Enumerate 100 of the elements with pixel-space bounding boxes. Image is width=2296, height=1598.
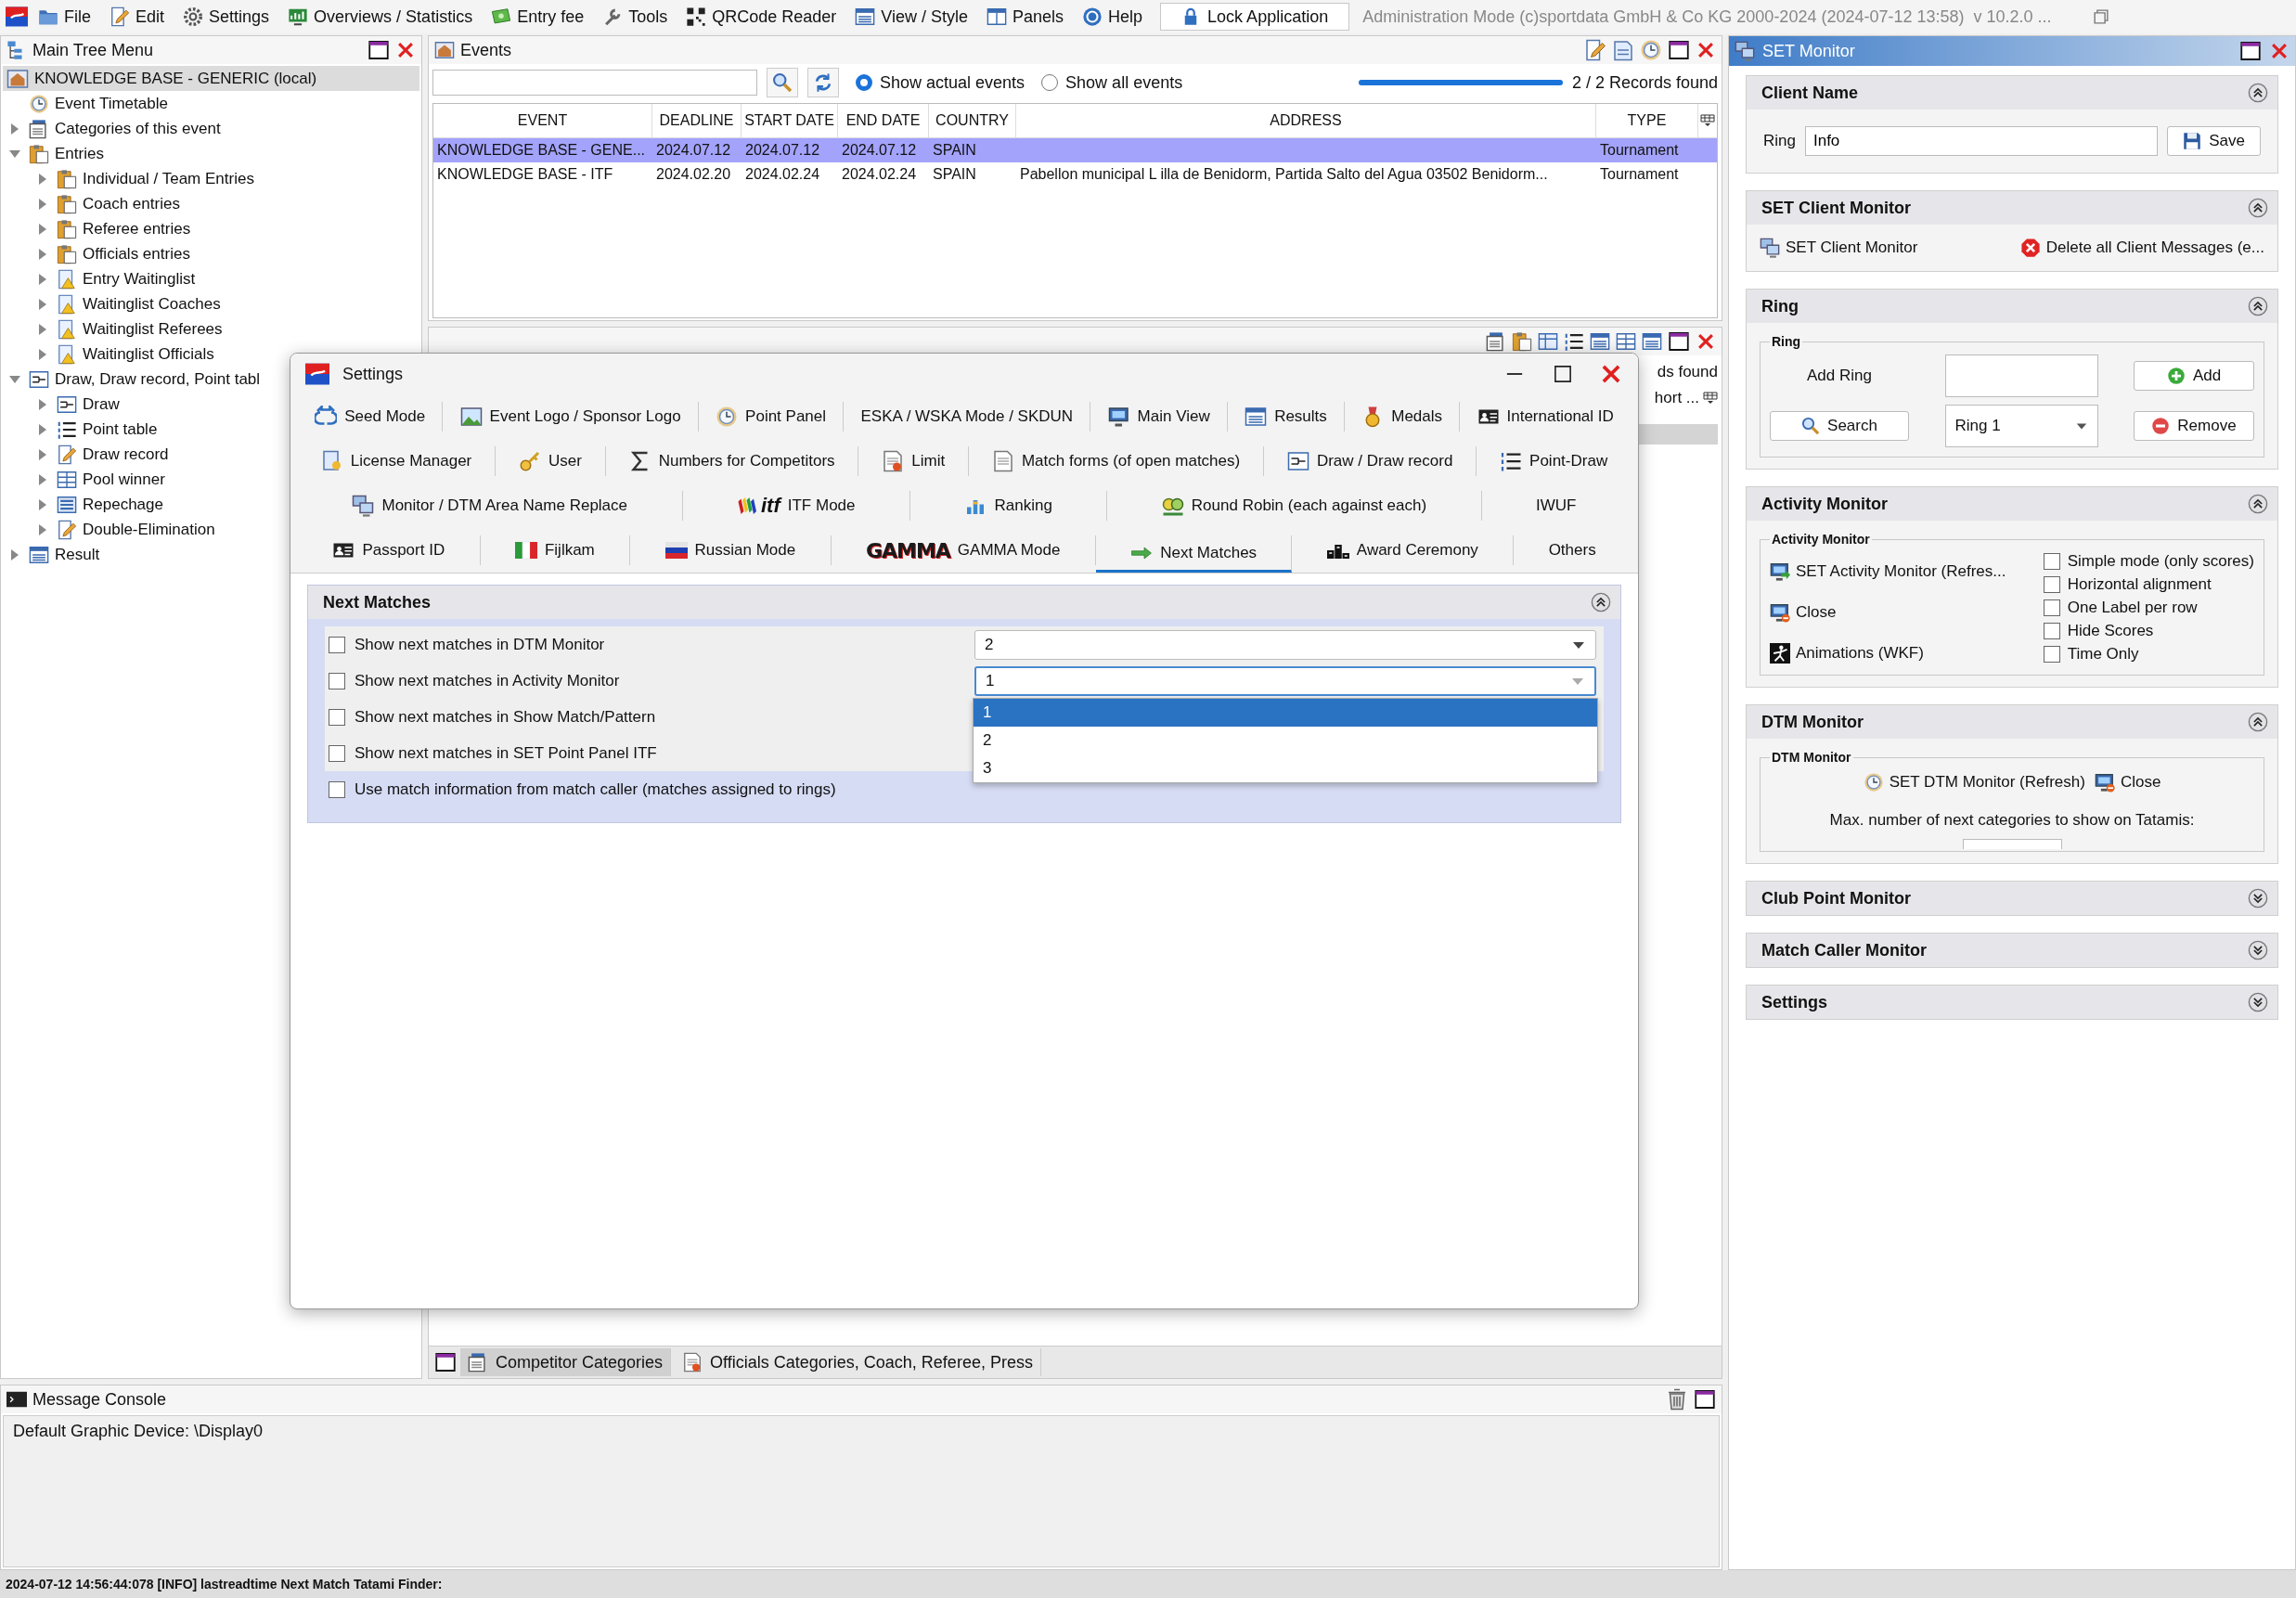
tab[interactable]: Award Ceremony bbox=[1292, 535, 1515, 565]
action-link[interactable]: Close bbox=[2094, 770, 2161, 794]
checkbox[interactable] bbox=[2043, 553, 2060, 570]
dropdown[interactable]: Ring 1 bbox=[1944, 405, 2098, 447]
tab[interactable]: Passport ID bbox=[298, 535, 481, 565]
checkbox[interactable] bbox=[329, 708, 345, 726]
collapse-button[interactable] bbox=[1591, 592, 1611, 612]
close-icon[interactable] bbox=[395, 40, 416, 60]
tab[interactable]: Round Robin (each against each) bbox=[1107, 491, 1482, 521]
dropdown-option[interactable]: 1 bbox=[974, 698, 1597, 727]
maximize-icon[interactable] bbox=[434, 1351, 457, 1373]
tab[interactable]: Fijlkam bbox=[480, 535, 631, 565]
checkbox[interactable] bbox=[2043, 623, 2060, 639]
tab[interactable]: Seed Mode bbox=[298, 402, 444, 432]
close-icon[interactable] bbox=[1696, 331, 1716, 352]
checkbox[interactable] bbox=[329, 744, 345, 762]
clipboard-icon[interactable] bbox=[1512, 331, 1532, 352]
tab[interactable]: Main View bbox=[1090, 402, 1228, 432]
radio-button[interactable]: Show all events bbox=[1041, 72, 1183, 93]
checkbox[interactable] bbox=[329, 636, 345, 653]
menu-item[interactable]: View / Style bbox=[846, 2, 976, 32]
tab[interactable]: Match forms (of open matches) bbox=[969, 446, 1265, 476]
menu-item[interactable]: QRCode Reader bbox=[677, 2, 845, 32]
dropdown[interactable]: 1 bbox=[974, 665, 1596, 696]
tree-item[interactable]: Waitinglist Officials bbox=[3, 342, 419, 367]
table-row[interactable]: KNOWLEDGE BASE - ITF 2024.02.20 2024.02.24 2024.02.24 SPAIN Pabellon municipal L illa de Benidorm, Partida Salto del Agua 03502 Benidorm... Tournament bbox=[433, 162, 1717, 187]
tab[interactable]: Point-Draw bbox=[1477, 446, 1632, 476]
dropdown-option[interactable]: 2 bbox=[974, 726, 1597, 754]
checkbox[interactable] bbox=[2043, 599, 2060, 616]
dropdown-option[interactable]: 3 bbox=[974, 754, 1597, 782]
tab[interactable]: ESKA / WSKA Mode / SKDUN bbox=[844, 402, 1091, 432]
tree-item[interactable]: Coach entries bbox=[3, 191, 419, 216]
collapse-button[interactable] bbox=[2248, 198, 2268, 218]
close-icon[interactable] bbox=[1696, 40, 1716, 60]
radio-button[interactable]: Show actual events bbox=[856, 72, 1025, 93]
search-field[interactable] bbox=[432, 70, 757, 96]
tab[interactable]: Limit bbox=[858, 446, 970, 476]
tab[interactable]: Event Logo / Sponsor Logo bbox=[443, 402, 699, 432]
tab[interactable]: User bbox=[496, 446, 606, 476]
maximize-icon[interactable] bbox=[2239, 40, 2262, 62]
dropdown[interactable]: 2 bbox=[974, 629, 1596, 660]
tab[interactable]: Officials Categories, Coach, Referee, Press bbox=[675, 1348, 1041, 1376]
add-button[interactable]: Add bbox=[2134, 361, 2254, 391]
tree-item[interactable]: Categories of this event bbox=[3, 116, 419, 141]
lock-button[interactable]: Lock Application bbox=[1160, 3, 1350, 31]
pencil-document-icon[interactable] bbox=[1584, 39, 1606, 61]
text-field[interactable]: Info bbox=[1804, 126, 2159, 156]
column-chooser-icon[interactable] bbox=[1700, 113, 1715, 128]
collapse-button[interactable] bbox=[2248, 83, 2268, 103]
maximize-icon[interactable] bbox=[368, 39, 390, 61]
number-field[interactable] bbox=[1962, 839, 2062, 849]
text-field[interactable] bbox=[1944, 354, 2098, 397]
action-link[interactable]: Animations (WKF) bbox=[1770, 641, 2006, 665]
tree-item[interactable]: Waitinglist Referees bbox=[3, 316, 419, 342]
menu-item[interactable]: Help bbox=[1074, 2, 1152, 32]
expand-button[interactable] bbox=[2248, 888, 2268, 909]
checkbox[interactable] bbox=[329, 780, 345, 798]
refresh-button[interactable] bbox=[807, 68, 839, 97]
action-link[interactable]: SET Activity Monitor (Refres... bbox=[1770, 560, 2006, 584]
tab[interactable]: Medals bbox=[1345, 402, 1461, 432]
action-link[interactable]: Delete all Client Messages (e... bbox=[2019, 236, 2264, 260]
remove-button[interactable]: Remove bbox=[2134, 411, 2254, 441]
collapse-button[interactable] bbox=[2248, 494, 2268, 514]
tab[interactable]: Numbers for Competitors bbox=[605, 446, 859, 476]
column-chooser-icon[interactable] bbox=[1703, 391, 1718, 406]
tree-item[interactable]: Individual / Team Entries bbox=[3, 166, 419, 191]
trash-icon[interactable] bbox=[1666, 1388, 1688, 1411]
tree-item[interactable]: Officials entries bbox=[3, 241, 419, 266]
maximize-icon[interactable] bbox=[1668, 330, 1690, 353]
tab[interactable]: Point Panel bbox=[698, 402, 845, 432]
search-button[interactable]: Search bbox=[1770, 411, 1909, 441]
tab[interactable]: IWUF bbox=[1481, 491, 1631, 521]
menu-item[interactable]: Overviews / Statistics bbox=[279, 2, 482, 32]
checkbox[interactable] bbox=[2043, 576, 2060, 593]
checkbox[interactable] bbox=[329, 672, 345, 689]
tree-item[interactable]: KNOWLEDGE BASE - GENERIC (local) bbox=[3, 66, 419, 91]
menu-item[interactable]: File bbox=[30, 2, 99, 32]
grid-icon[interactable] bbox=[1538, 331, 1558, 352]
document-stack-icon[interactable] bbox=[1486, 331, 1506, 352]
menu-item[interactable]: Edit bbox=[101, 2, 174, 32]
menu-item[interactable]: Entry fee bbox=[483, 2, 593, 32]
tab[interactable]: Draw / Draw record bbox=[1264, 446, 1477, 476]
tab[interactable]: International ID bbox=[1460, 402, 1631, 432]
tree-item[interactable]: Entries bbox=[3, 141, 419, 166]
column-header[interactable]: hort ... bbox=[1654, 389, 1699, 407]
window-icon[interactable] bbox=[1590, 331, 1610, 352]
table-row[interactable]: KNOWLEDGE BASE - GENE... 2024.07.12 2024.07.12 2024.07.12 SPAIN Tournament bbox=[433, 138, 1717, 162]
clock-icon[interactable] bbox=[1640, 39, 1662, 61]
menu-item[interactable]: Settings bbox=[174, 2, 278, 32]
tab[interactable]: Russian Mode bbox=[630, 535, 832, 565]
list-icon[interactable] bbox=[1642, 331, 1662, 352]
tree-item[interactable]: Waitinglist Coaches bbox=[3, 291, 419, 316]
expand-button[interactable] bbox=[2248, 940, 2268, 960]
collapse-button[interactable] bbox=[2248, 296, 2268, 316]
numbered-list-icon[interactable] bbox=[1564, 331, 1584, 352]
expand-button[interactable] bbox=[2248, 992, 2268, 1012]
collapse-button[interactable] bbox=[2248, 712, 2268, 732]
tab[interactable]: Ranking bbox=[910, 491, 1108, 521]
tab[interactable]: License Manager bbox=[298, 446, 497, 476]
tree-item[interactable]: Referee entries bbox=[3, 216, 419, 241]
